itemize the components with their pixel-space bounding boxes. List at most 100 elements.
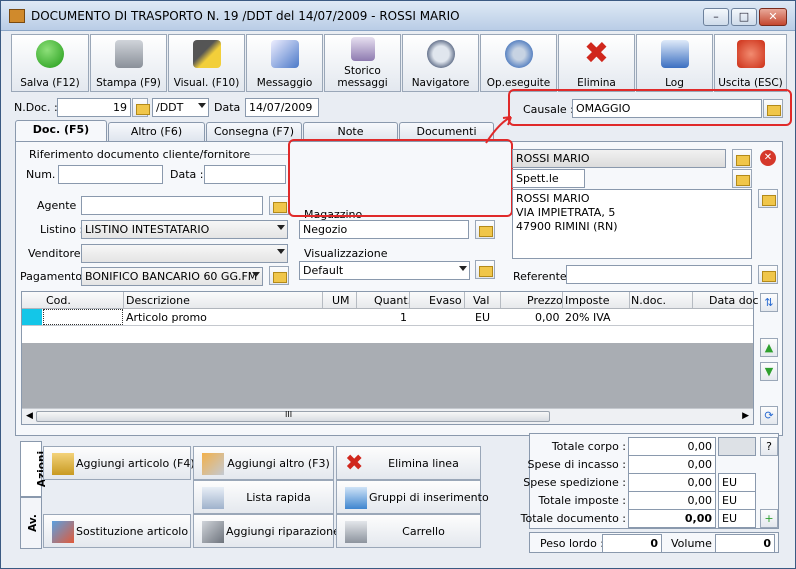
agent-folder-button[interactable] — [269, 196, 289, 215]
collection-field[interactable]: 0,00 — [628, 455, 716, 474]
display-select[interactable]: Default — [299, 261, 470, 280]
list-select[interactable]: LISTINO INTESTATARIO — [81, 220, 288, 239]
col-datadoc[interactable]: Data doc — [709, 293, 759, 308]
cell-descrizione[interactable]: Articolo promo — [126, 310, 207, 325]
volume-field[interactable]: 0 — [715, 534, 775, 553]
insert-groups-button[interactable]: Gruppi di inserimento — [336, 480, 489, 514]
scroll-thumb[interactable]: III — [36, 410, 550, 422]
tab-altro[interactable]: Altro (F6) — [108, 122, 205, 141]
box-add-icon — [52, 453, 74, 475]
total-doc-field[interactable]: 0,00 — [628, 509, 716, 528]
col-evaso[interactable]: Evaso — [429, 293, 462, 308]
exit-button[interactable]: Uscita (ESC) — [714, 34, 787, 92]
operations-button[interactable]: Op.eseguite — [480, 34, 557, 92]
move-down-icon[interactable]: ▼ — [760, 362, 778, 381]
date-field[interactable]: 14/07/2009 — [245, 98, 319, 117]
maximize-button[interactable]: □ — [731, 8, 757, 26]
spett-field[interactable]: Spett.le — [512, 169, 585, 188]
add-other-label: Aggiungi altro (F3) — [227, 457, 330, 470]
col-prezzo[interactable]: Prezzo — [527, 293, 563, 308]
sort-arrows-icon[interactable]: ⇅ — [760, 293, 778, 312]
num-field[interactable] — [58, 165, 163, 184]
navigator-button[interactable]: Navigatore — [402, 34, 479, 92]
customer-name-field[interactable]: ROSSI MARIO — [512, 149, 726, 168]
save-button[interactable]: Salva (F12) — [11, 34, 89, 92]
taxes-field[interactable]: 0,00 — [628, 491, 716, 510]
tab-doc[interactable]: Doc. (F5) — [15, 120, 107, 142]
cart-button[interactable]: Carrello — [336, 514, 481, 548]
view-button[interactable]: Visual. (F10) — [168, 34, 245, 92]
remove-customer-icon[interactable]: ✕ — [760, 150, 776, 166]
address-box[interactable]: ROSSI MARIO VIA IMPIETRATA, 5 47900 RIMI… — [512, 189, 752, 259]
address-line-3: 47900 RIMINI (RN) — [516, 220, 618, 233]
delete-line-button[interactable]: ✖ Elimina linea — [336, 446, 481, 480]
title-bar: DOCUMENTO DI TRASPORTO N. 19 /DDT del 14… — [1, 1, 795, 31]
calculator-icon[interactable]: + — [760, 509, 778, 528]
shipping-field[interactable]: 0,00 — [628, 473, 716, 492]
payment-folder-button[interactable] — [269, 266, 289, 285]
weight-label: Peso lordo : — [540, 537, 604, 550]
referent-field[interactable] — [566, 265, 752, 284]
cell-cod[interactable] — [43, 309, 123, 325]
ref-date-field[interactable] — [204, 165, 286, 184]
add-article-button[interactable]: Aggiungi articolo (F4) — [43, 446, 195, 480]
total-body-field[interactable]: 0,00 — [628, 437, 716, 456]
navigator-label: Navigatore — [411, 77, 470, 89]
col-descrizione[interactable]: Descrizione — [126, 293, 190, 308]
quick-list-button[interactable]: Lista rapida — [193, 480, 334, 514]
display-folder-button[interactable] — [475, 260, 495, 279]
table-row[interactable]: Articolo promo 1 EU 0,00 20% IVA — [22, 309, 753, 326]
ndoc-spin-button[interactable] — [132, 98, 150, 117]
col-imposte[interactable]: Imposte — [565, 293, 609, 308]
refresh-icon[interactable]: ⟳ — [760, 406, 778, 425]
col-ndoc[interactable]: N.doc. — [631, 293, 666, 308]
cell-val[interactable]: EU — [475, 310, 490, 325]
replace-article-label: Sostituzione articolo — [76, 525, 189, 538]
replace-article-button[interactable]: Sostituzione articolo — [43, 514, 191, 548]
wrench-icon — [202, 521, 224, 543]
warehouse-folder-button[interactable] — [475, 220, 495, 239]
horizontal-scrollbar[interactable]: ◀ III ▶ — [22, 408, 753, 424]
delete-button[interactable]: ✖ Elimina — [558, 34, 635, 92]
scroll-list-icon — [202, 487, 224, 509]
message-button[interactable]: Messaggio — [246, 34, 323, 92]
referent-folder-button[interactable] — [758, 265, 778, 284]
agent-field[interactable] — [81, 196, 263, 215]
scroll-left-icon[interactable]: ◀ — [26, 411, 33, 421]
print-button[interactable]: Stampa (F9) — [90, 34, 167, 92]
scroll-right-icon[interactable]: ▶ — [742, 411, 749, 421]
move-up-icon[interactable]: ▲ — [760, 338, 778, 357]
list-value: LISTINO INTESTATARIO — [85, 223, 210, 236]
col-cod[interactable]: Cod. — [46, 293, 71, 308]
add-other-button[interactable]: Aggiungi altro (F3) — [193, 446, 334, 480]
col-quant[interactable]: Quant. — [374, 293, 411, 308]
help-button[interactable]: ? — [760, 437, 778, 456]
minimize-button[interactable]: – — [703, 8, 729, 26]
customer-folder-button[interactable] — [732, 149, 752, 168]
cell-prezzo[interactable]: 0,00 — [535, 310, 560, 325]
address-folder-button[interactable] — [758, 189, 778, 208]
grid-divider — [322, 292, 323, 308]
tab-actions[interactable]: Azioni — [20, 441, 48, 497]
warehouse-highlight-box — [288, 139, 513, 217]
close-window-button[interactable]: ✕ — [759, 8, 787, 26]
payment-select[interactable]: BONIFICO BANCARIO 60 GG.FM — [81, 267, 263, 286]
customer-user-button[interactable] — [732, 169, 752, 188]
ndoc-field[interactable]: 19 — [57, 98, 131, 117]
series-select[interactable]: /DDT — [152, 98, 209, 117]
col-val[interactable]: Val — [473, 293, 489, 308]
envelope-search-icon — [350, 37, 375, 61]
message-history-button[interactable]: Storico messaggi — [324, 34, 401, 92]
table-row-empty[interactable] — [22, 326, 753, 343]
seller-select[interactable] — [81, 244, 288, 263]
col-um[interactable]: UM — [332, 293, 350, 308]
cell-imposte[interactable]: 20% IVA — [565, 310, 611, 325]
add-repair-button[interactable]: Aggiungi riparazione — [193, 514, 340, 548]
cell-quant[interactable]: 1 — [400, 310, 407, 325]
gears-icon — [504, 40, 533, 68]
weight-field[interactable]: 0 — [602, 534, 662, 553]
warehouse-field[interactable]: Negozio — [299, 220, 469, 239]
log-button[interactable]: Log — [636, 34, 713, 92]
tab-consegna[interactable]: Consegna (F7) — [206, 122, 302, 141]
tab-advanced[interactable]: Av. — [20, 497, 42, 549]
